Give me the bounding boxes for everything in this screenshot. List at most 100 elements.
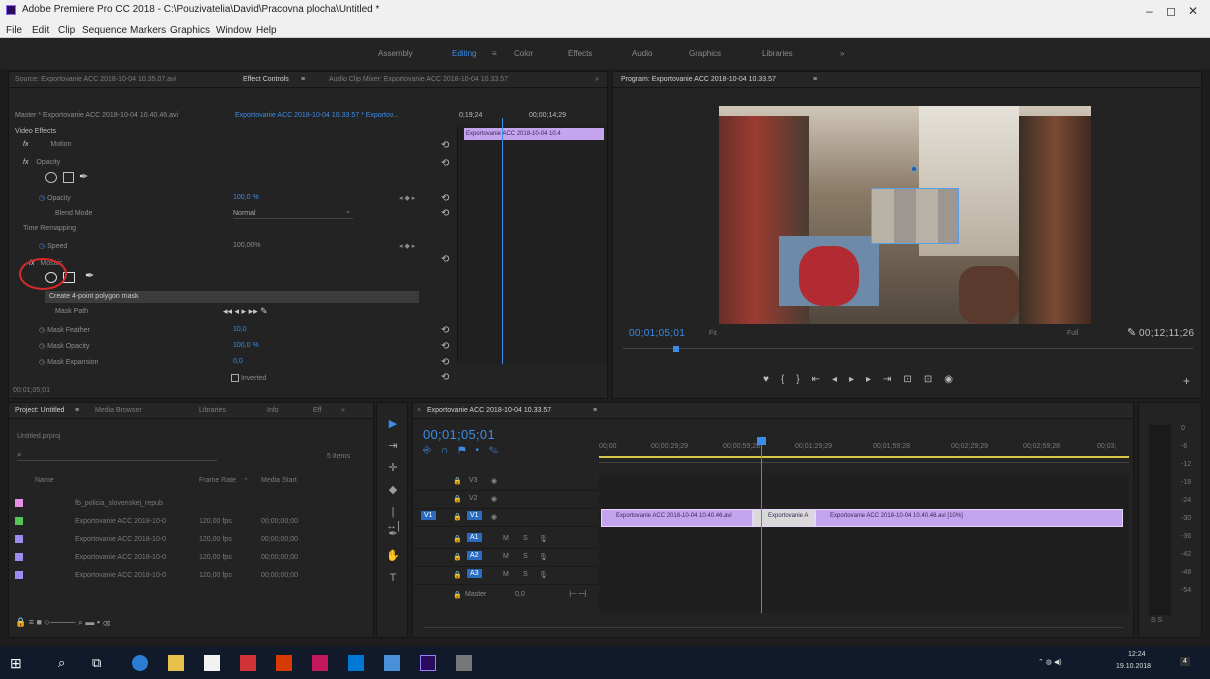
ellipse-mask-icon[interactable] xyxy=(45,172,57,183)
mask-handle[interactable] xyxy=(911,166,917,172)
video-preview[interactable] xyxy=(719,106,1091,324)
slip-tool-icon[interactable]: |↔| xyxy=(386,505,400,532)
eye-icon[interactable]: ◉ xyxy=(491,513,497,521)
premiere-pro-icon[interactable] xyxy=(420,655,436,671)
maximize-button[interactable]: ◻ xyxy=(1166,4,1176,18)
menu-sequence[interactable]: Sequence xyxy=(82,25,127,36)
workspace-editing[interactable]: Editing xyxy=(452,49,476,58)
menu-markers[interactable]: Markers xyxy=(130,25,166,36)
lock-icon[interactable]: 🔒 xyxy=(453,535,462,543)
sort-arrow-icon[interactable]: ⌃ xyxy=(243,477,249,485)
motion-effect-row[interactable]: fx Motion xyxy=(23,141,71,153)
pen-mask-icon[interactable]: ✒ xyxy=(85,269,94,282)
track-header-v3[interactable]: 🔒 V3 ◉ xyxy=(413,473,599,491)
tab-menu-icon[interactable]: ≡ xyxy=(301,76,305,83)
list-item[interactable]: Exportovanie ACC 2018-10-0 120,00 fps 00… xyxy=(9,549,349,567)
tab-project[interactable]: Project: Untitled xyxy=(15,407,64,414)
pen-mask-icon[interactable]: ✒ xyxy=(79,170,88,183)
clip-sequence-path[interactable]: Exportovanie ACC 2018-10-04 10.33.57 * E… xyxy=(235,112,399,124)
track-label[interactable]: A1 xyxy=(467,533,482,542)
reset-opacity-icon[interactable]: ⟲ xyxy=(441,158,449,169)
fit-select[interactable]: Fit xyxy=(709,330,717,337)
tab-audio-clip-mixer[interactable]: Audio Clip Mixer: Exportovanie ACC 2018-… xyxy=(329,76,508,83)
project-bottom-toolbar[interactable]: 🔒 ≡ ■ ○──── ⌕ ▬ ▪ ⌫ xyxy=(15,617,355,629)
mini-clip[interactable]: Exportovanie ACC 2018-10-04 10.4 xyxy=(464,128,604,140)
notification-badge[interactable]: 4 xyxy=(1180,657,1190,666)
track-header-a3[interactable]: 🔒 A3 M S 🎙 xyxy=(413,567,599,585)
tab-overflow-icon[interactable]: » xyxy=(595,76,599,83)
menu-window[interactable]: Window xyxy=(216,25,252,36)
reset-inverted-icon[interactable]: ⟲ xyxy=(441,372,449,383)
tab-overflow-icon[interactable]: » xyxy=(341,407,345,414)
clip-master-path[interactable]: Master * Exportovanie ACC 2018-10-04 10.… xyxy=(15,112,178,124)
transport-controls[interactable]: ♥{}⇤◂▸▸⇥⊡⊡◉ xyxy=(763,374,1063,388)
lock-icon[interactable]: 🔒 xyxy=(453,571,462,579)
reset-mask-opacity-icon[interactable]: ⟲ xyxy=(441,341,449,352)
list-item[interactable]: Exportovanie ACC 2018-10-0 120,00 fps 00… xyxy=(9,567,349,585)
workspace-assembly[interactable]: Assembly xyxy=(378,49,413,58)
menu-graphics[interactable]: Graphics xyxy=(170,25,210,36)
outlook-icon[interactable] xyxy=(348,655,364,671)
mute-button[interactable]: M xyxy=(503,571,509,578)
solo-button[interactable]: S xyxy=(523,571,528,578)
track-select-tool-icon[interactable]: ⇥ xyxy=(386,439,400,453)
timeline-ruler[interactable]: 00;00 00;00;29;29 00;00;59;28 00;01;29;2… xyxy=(599,439,1129,463)
mute-button[interactable]: M xyxy=(503,535,509,542)
mic-icon[interactable]: 🎙 xyxy=(539,535,548,543)
file-explorer-icon[interactable] xyxy=(168,655,184,671)
type-tool-icon[interactable]: T xyxy=(386,571,400,585)
track-area[interactable]: Exportovanie ACC 2018-10-04 10.40.46.avi… xyxy=(599,437,1129,613)
track-header-v2[interactable]: 🔒 V2 ◉ xyxy=(413,491,599,509)
program-playhead[interactable] xyxy=(673,346,679,352)
time-remapping-row[interactable]: Time Remapping xyxy=(23,225,76,237)
program-title[interactable]: Program: Exportovanie ACC 2018-10-04 10.… xyxy=(621,76,776,83)
workspace-libraries[interactable]: Libraries xyxy=(762,49,793,58)
mask-opacity-value[interactable]: 100,0 % xyxy=(233,342,259,354)
workspace-graphics[interactable]: Graphics xyxy=(689,49,721,58)
mask-feather-value[interactable]: 10,0 xyxy=(233,326,247,338)
reset-blend-icon[interactable]: ⟲ xyxy=(441,208,449,219)
timeline-tools[interactable]: ⎆∩⚑•✎ xyxy=(423,445,508,456)
workspace-effects[interactable]: Effects xyxy=(568,49,592,58)
menu-clip[interactable]: Clip xyxy=(58,25,75,36)
timeline-clip[interactable]: Exportovanie ACC 2018-10-04 10.40.46.avi… xyxy=(815,509,1123,527)
tab-libraries[interactable]: Libraries xyxy=(199,407,226,414)
speed-keyframe-nav[interactable]: ◂ ◆ ▸ xyxy=(399,242,415,254)
mini-playhead[interactable] xyxy=(502,118,503,364)
reset-motion-icon[interactable]: ⟲ xyxy=(441,140,449,151)
track-header-a1[interactable]: 🔒 A1 M S 🎙 xyxy=(413,531,599,549)
clock-time[interactable]: 12:24 xyxy=(1128,651,1146,658)
workspace-more[interactable]: » xyxy=(840,49,844,58)
blend-mode-select[interactable]: Normal ⌄ xyxy=(233,207,353,219)
stopwatch-icon[interactable]: ◷ xyxy=(39,327,45,334)
track-header-master[interactable]: 🔒 Master 0,0 ⊢⊣ xyxy=(413,587,599,605)
tab-effect-controls[interactable]: Effect Controls xyxy=(243,76,289,83)
tab-project-menu-icon[interactable]: ≡ xyxy=(75,407,79,414)
reset-feather-icon[interactable]: ⟲ xyxy=(441,325,449,336)
wrench-icon[interactable]: ✎ xyxy=(1127,326,1136,339)
mosaic-mask[interactable] xyxy=(871,188,959,244)
quality-select[interactable]: Full xyxy=(1067,330,1078,337)
mic-icon[interactable]: 🎙 xyxy=(539,571,548,579)
windows-start-icon[interactable]: ⊞ xyxy=(10,655,26,671)
hand-tool-icon[interactable]: ✋ xyxy=(386,549,400,563)
opacity-keyframe-nav[interactable]: ◂ ◆ ▸ xyxy=(399,194,415,206)
sequence-menu-icon[interactable]: ≡ xyxy=(593,407,597,414)
timeline-scrollbar[interactable] xyxy=(423,627,1123,628)
workspace-editing-menu[interactable]: ≡ xyxy=(492,49,497,58)
app-icon[interactable] xyxy=(384,655,400,671)
column-media-start[interactable]: Media Start xyxy=(261,477,297,484)
close-icon[interactable]: × xyxy=(417,407,421,414)
tray-icons[interactable]: ⌃ ◍ ◀) xyxy=(1038,658,1062,666)
close-button[interactable]: ✕ xyxy=(1188,4,1198,18)
timeline-clip[interactable]: Exportovanie A xyxy=(753,509,815,527)
solo-buttons[interactable]: S S xyxy=(1151,617,1162,624)
tab-source[interactable]: Source: Exportovanie ACC 2018-10-04 10.3… xyxy=(15,76,176,83)
track-header-v1[interactable]: V1 🔒 V1 ◉ xyxy=(413,509,599,527)
fit-timeline-icon[interactable]: ⊢⊣ xyxy=(569,589,586,600)
lock-icon[interactable]: 🔒 xyxy=(453,553,462,561)
opacity-value[interactable]: 100,0 % xyxy=(233,194,259,206)
minimize-button[interactable]: – xyxy=(1146,4,1153,18)
lock-icon[interactable]: 🔒 xyxy=(453,591,462,599)
mic-icon[interactable]: 🎙 xyxy=(539,553,548,561)
